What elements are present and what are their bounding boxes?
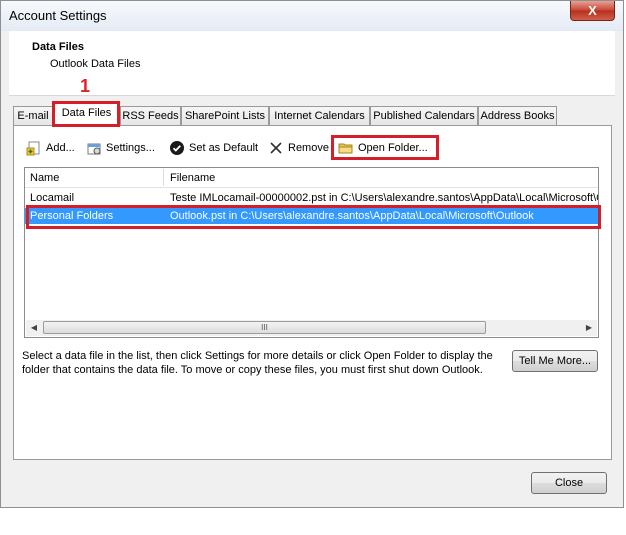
settings-label: Settings... xyxy=(106,142,155,154)
window-close-button[interactable]: X xyxy=(570,1,615,21)
open-folder-label: Open Folder... xyxy=(358,142,428,154)
list-header: Name Filename xyxy=(25,168,598,188)
tab-rss-feeds[interactable]: RSS Feeds xyxy=(120,106,181,125)
page-subtitle: Outlook Data Files xyxy=(50,58,141,70)
remove-x-icon xyxy=(268,140,284,156)
help-text: Select a data file in the list, then cli… xyxy=(22,350,493,376)
scroll-thumb[interactable]: III xyxy=(43,321,486,334)
checkmark-circle-icon xyxy=(169,140,185,156)
add-icon xyxy=(26,140,42,156)
column-header-name[interactable]: Name xyxy=(30,172,59,184)
close-button[interactable]: Close xyxy=(531,472,607,494)
tab-sharepoint-lists[interactable]: SharePoint Lists xyxy=(181,106,269,125)
page-header: Data Files Outlook Data Files xyxy=(9,31,615,96)
page-title: Data Files xyxy=(32,41,84,53)
window-title: Account Settings xyxy=(9,8,107,23)
set-as-default-label: Set as Default xyxy=(189,142,259,154)
tab-data-files[interactable]: Data Files xyxy=(53,103,120,126)
row-name: Locamail xyxy=(30,192,75,204)
folder-icon xyxy=(338,140,354,156)
settings-button[interactable]: Settings... xyxy=(86,140,160,156)
tell-me-more-button[interactable]: Tell Me More... xyxy=(512,350,598,372)
column-separator[interactable] xyxy=(163,169,164,186)
list-item-selected[interactable]: Personal Folders Outlook.pst in C:\Users… xyxy=(25,208,598,224)
title-bar: Account Settings X xyxy=(1,1,623,31)
list-item[interactable]: Locamail Teste IMLocamail-00000002.pst i… xyxy=(25,190,598,206)
row-filename: Outlook.pst in C:\Users\alexandre.santos… xyxy=(170,210,534,222)
row-name: Personal Folders xyxy=(30,210,114,222)
scroll-right-icon[interactable]: ▶ xyxy=(581,320,597,336)
annotation-1: 1 xyxy=(80,76,91,96)
remove-label: Remove xyxy=(288,142,329,154)
scroll-left-icon[interactable]: ◀ xyxy=(26,320,42,336)
tab-internet-calendars[interactable]: Internet Calendars xyxy=(269,106,370,125)
tab-email[interactable]: E-mail xyxy=(13,106,53,125)
tab-address-books[interactable]: Address Books xyxy=(478,106,557,125)
data-files-list[interactable]: Name Filename Locamail Teste IMLocamail-… xyxy=(24,167,599,338)
set-as-default-button[interactable]: Set as Default xyxy=(169,140,261,156)
row-filename: Teste IMLocamail-00000002.pst in C:\User… xyxy=(170,192,599,204)
horizontal-scrollbar[interactable]: ◀ III ▶ xyxy=(26,320,597,336)
add-button[interactable]: Add... xyxy=(26,140,78,156)
settings-icon xyxy=(86,140,102,156)
open-folder-button[interactable]: Open Folder... xyxy=(338,140,434,156)
add-label: Add... xyxy=(46,142,75,154)
tab-published-calendars[interactable]: Published Calendars xyxy=(370,106,478,125)
column-header-filename[interactable]: Filename xyxy=(170,172,215,184)
remove-button[interactable]: Remove xyxy=(268,140,330,156)
